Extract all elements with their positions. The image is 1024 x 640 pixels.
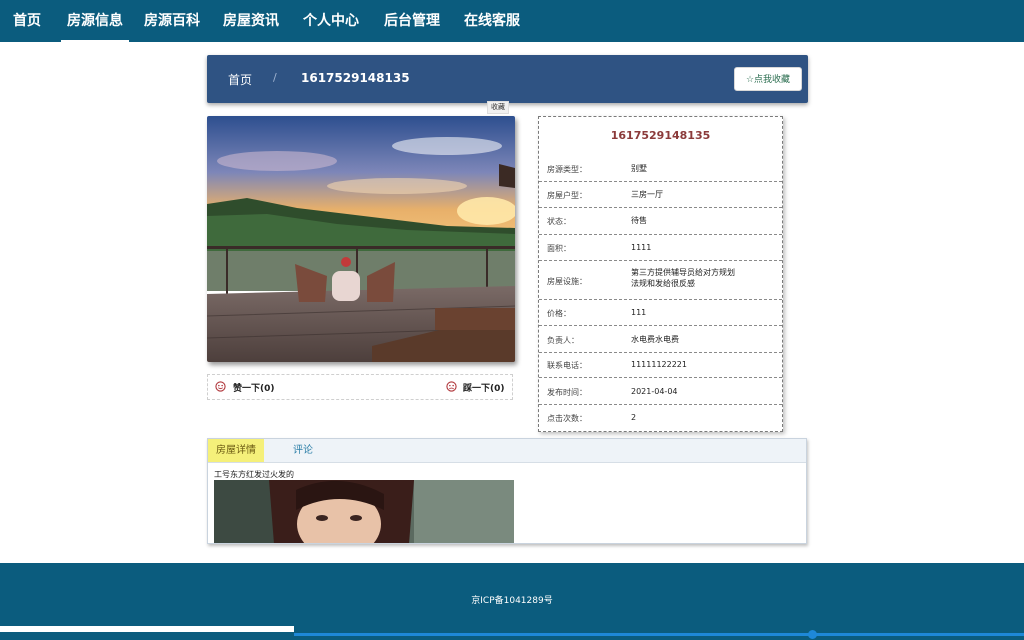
nav-item-profile[interactable]: 个人中心 [303,0,359,42]
house-photo-image [207,116,515,362]
breadcrumb-separator: / [273,71,277,84]
house-info-panel: 1617529148135 房源类型： 别墅 房屋户型： 三房一厅 状态： 待售… [538,116,783,432]
progress-bar-track [0,626,294,632]
info-value: 1111 [631,243,652,252]
details-tabs-panel: 房屋详情 评论 工号东方红发过火发的 [207,438,807,544]
house-title: 1617529148135 [610,129,711,142]
info-row-phone: 联系电话： 11111122221 [539,353,782,378]
info-label: 联系电话： [547,361,587,370]
info-row-type: 房源类型： 别墅 [539,155,782,182]
tab-comments[interactable]: 评论 [285,439,321,462]
nav-item-admin[interactable]: 后台管理 [384,0,440,42]
info-row-owner: 负责人： 水电费水电费 [539,326,782,353]
info-value: 别墅 [631,164,647,173]
breadcrumb: 首页 / 1617529148135 ☆点我收藏 [207,55,808,103]
info-value: 第三方提供辅导员给对方规划法规和发给很反感 [631,268,735,288]
info-label: 房源类型： [547,165,587,174]
info-value: 三房一厅 [631,190,663,199]
info-value: 111 [631,308,647,317]
info-row-price: 价格： 111 [539,300,782,326]
info-label: 发布时间： [547,388,587,397]
top-nav: 首页 房源信息 房源百科 房屋资讯 个人中心 后台管理 在线客服 [0,0,1024,42]
info-label: 状态： [547,217,571,226]
info-value: 2 [631,413,637,422]
info-label: 价格： [547,309,571,318]
frown-icon [446,381,457,392]
info-row-facilities: 房屋设施： 第三方提供辅导员给对方规划法规和发给很反感 [539,261,782,300]
info-row-area: 面积： 1111 [539,235,782,261]
details-image [214,480,514,543]
details-text: 工号东方红发过火发的 [214,470,294,479]
icp-record[interactable]: 京ICP备1041289号 [0,593,1024,606]
nav-item-home[interactable]: 首页 [13,0,41,42]
like-button[interactable]: 赞一下(0) [233,381,275,394]
info-label: 点击次数： [547,414,587,423]
footer: 京ICP备1041289号 [0,563,1024,640]
nav-item-news[interactable]: 房屋资讯 [223,0,279,42]
info-value: 待售 [631,216,647,225]
tab-bar: 房屋详情 评论 [208,439,806,463]
favorite-mini-label: 收藏 [491,103,505,111]
info-value: 2021-04-04 [631,387,678,396]
nav-item-encyclopedia[interactable]: 房源百科 [144,0,200,42]
progress-line [294,633,1024,636]
breadcrumb-current: 1617529148135 [301,71,410,85]
info-row-status: 状态： 待售 [539,208,782,235]
info-label: 房屋户型： [547,191,587,200]
dislike-button[interactable]: 踩一下(0) [463,381,505,394]
info-value: 11111122221 [631,360,687,369]
house-photo [207,116,515,362]
smile-icon [215,381,226,392]
info-row-layout: 房屋户型： 三房一厅 [539,182,782,208]
details-photo [214,480,514,543]
info-label: 面积： [547,244,571,253]
nav-item-support[interactable]: 在线客服 [464,0,520,42]
info-row-clicks: 点击次数： 2 [539,405,782,431]
nav-item-listings[interactable]: 房源信息 [61,0,129,42]
favorite-mini-badge[interactable]: 收藏 [487,101,509,114]
info-label: 房屋设施： [547,277,587,286]
progress-handle[interactable] [808,630,817,639]
like-bar: 赞一下(0) 踩一下(0) [207,374,513,400]
info-label: 负责人： [547,336,579,345]
favorite-button[interactable]: ☆点我收藏 [734,67,802,91]
breadcrumb-home[interactable]: 首页 [228,71,252,88]
info-row-date: 发布时间： 2021-04-04 [539,378,782,405]
tab-house-details[interactable]: 房屋详情 [208,439,264,462]
info-value: 水电费水电费 [631,335,679,344]
